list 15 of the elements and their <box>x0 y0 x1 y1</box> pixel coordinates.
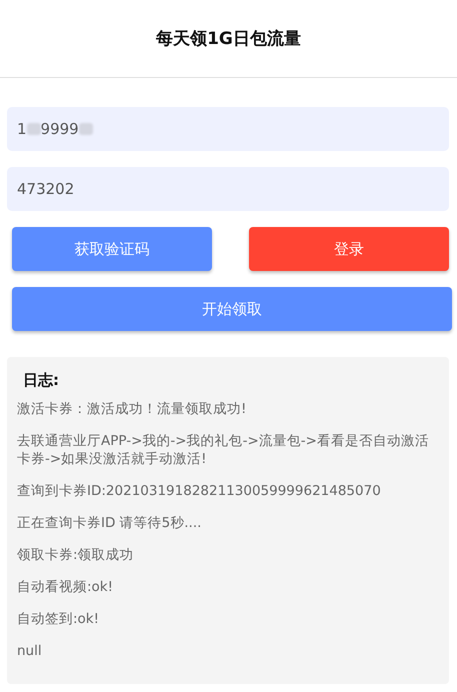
start-button[interactable]: 开始领取 <box>12 287 452 331</box>
log-line: 正在查询卡券ID 请等待5秒.... <box>17 514 202 532</box>
log-line: 激活卡券：激活成功！流量领取成功! <box>17 400 248 418</box>
login-button[interactable]: 登录 <box>249 227 449 271</box>
get-code-button[interactable]: 获取验证码 <box>12 227 212 271</box>
log-line: 查询到卡券ID:20210319182821130059999621485070 <box>17 482 382 500</box>
input-field[interactable]: 473202 <box>7 167 449 211</box>
log-line: 去联通营业厅APP->我的->我的礼包->流量包->看看是否自动激活卡券->如果没激活就手动激活! <box>17 432 430 468</box>
log-heading: 日志: <box>23 371 60 390</box>
input-field[interactable]: 1 9999 <box>7 107 449 151</box>
log-line: 领取卡券:领取成功 <box>17 546 135 564</box>
log-line: null <box>17 642 43 660</box>
log-line: 自动看视频:ok! <box>17 578 114 596</box>
page-title: 每天领1G日包流量 <box>156 28 301 50</box>
log-line: 自动签到:ok! <box>17 610 100 628</box>
